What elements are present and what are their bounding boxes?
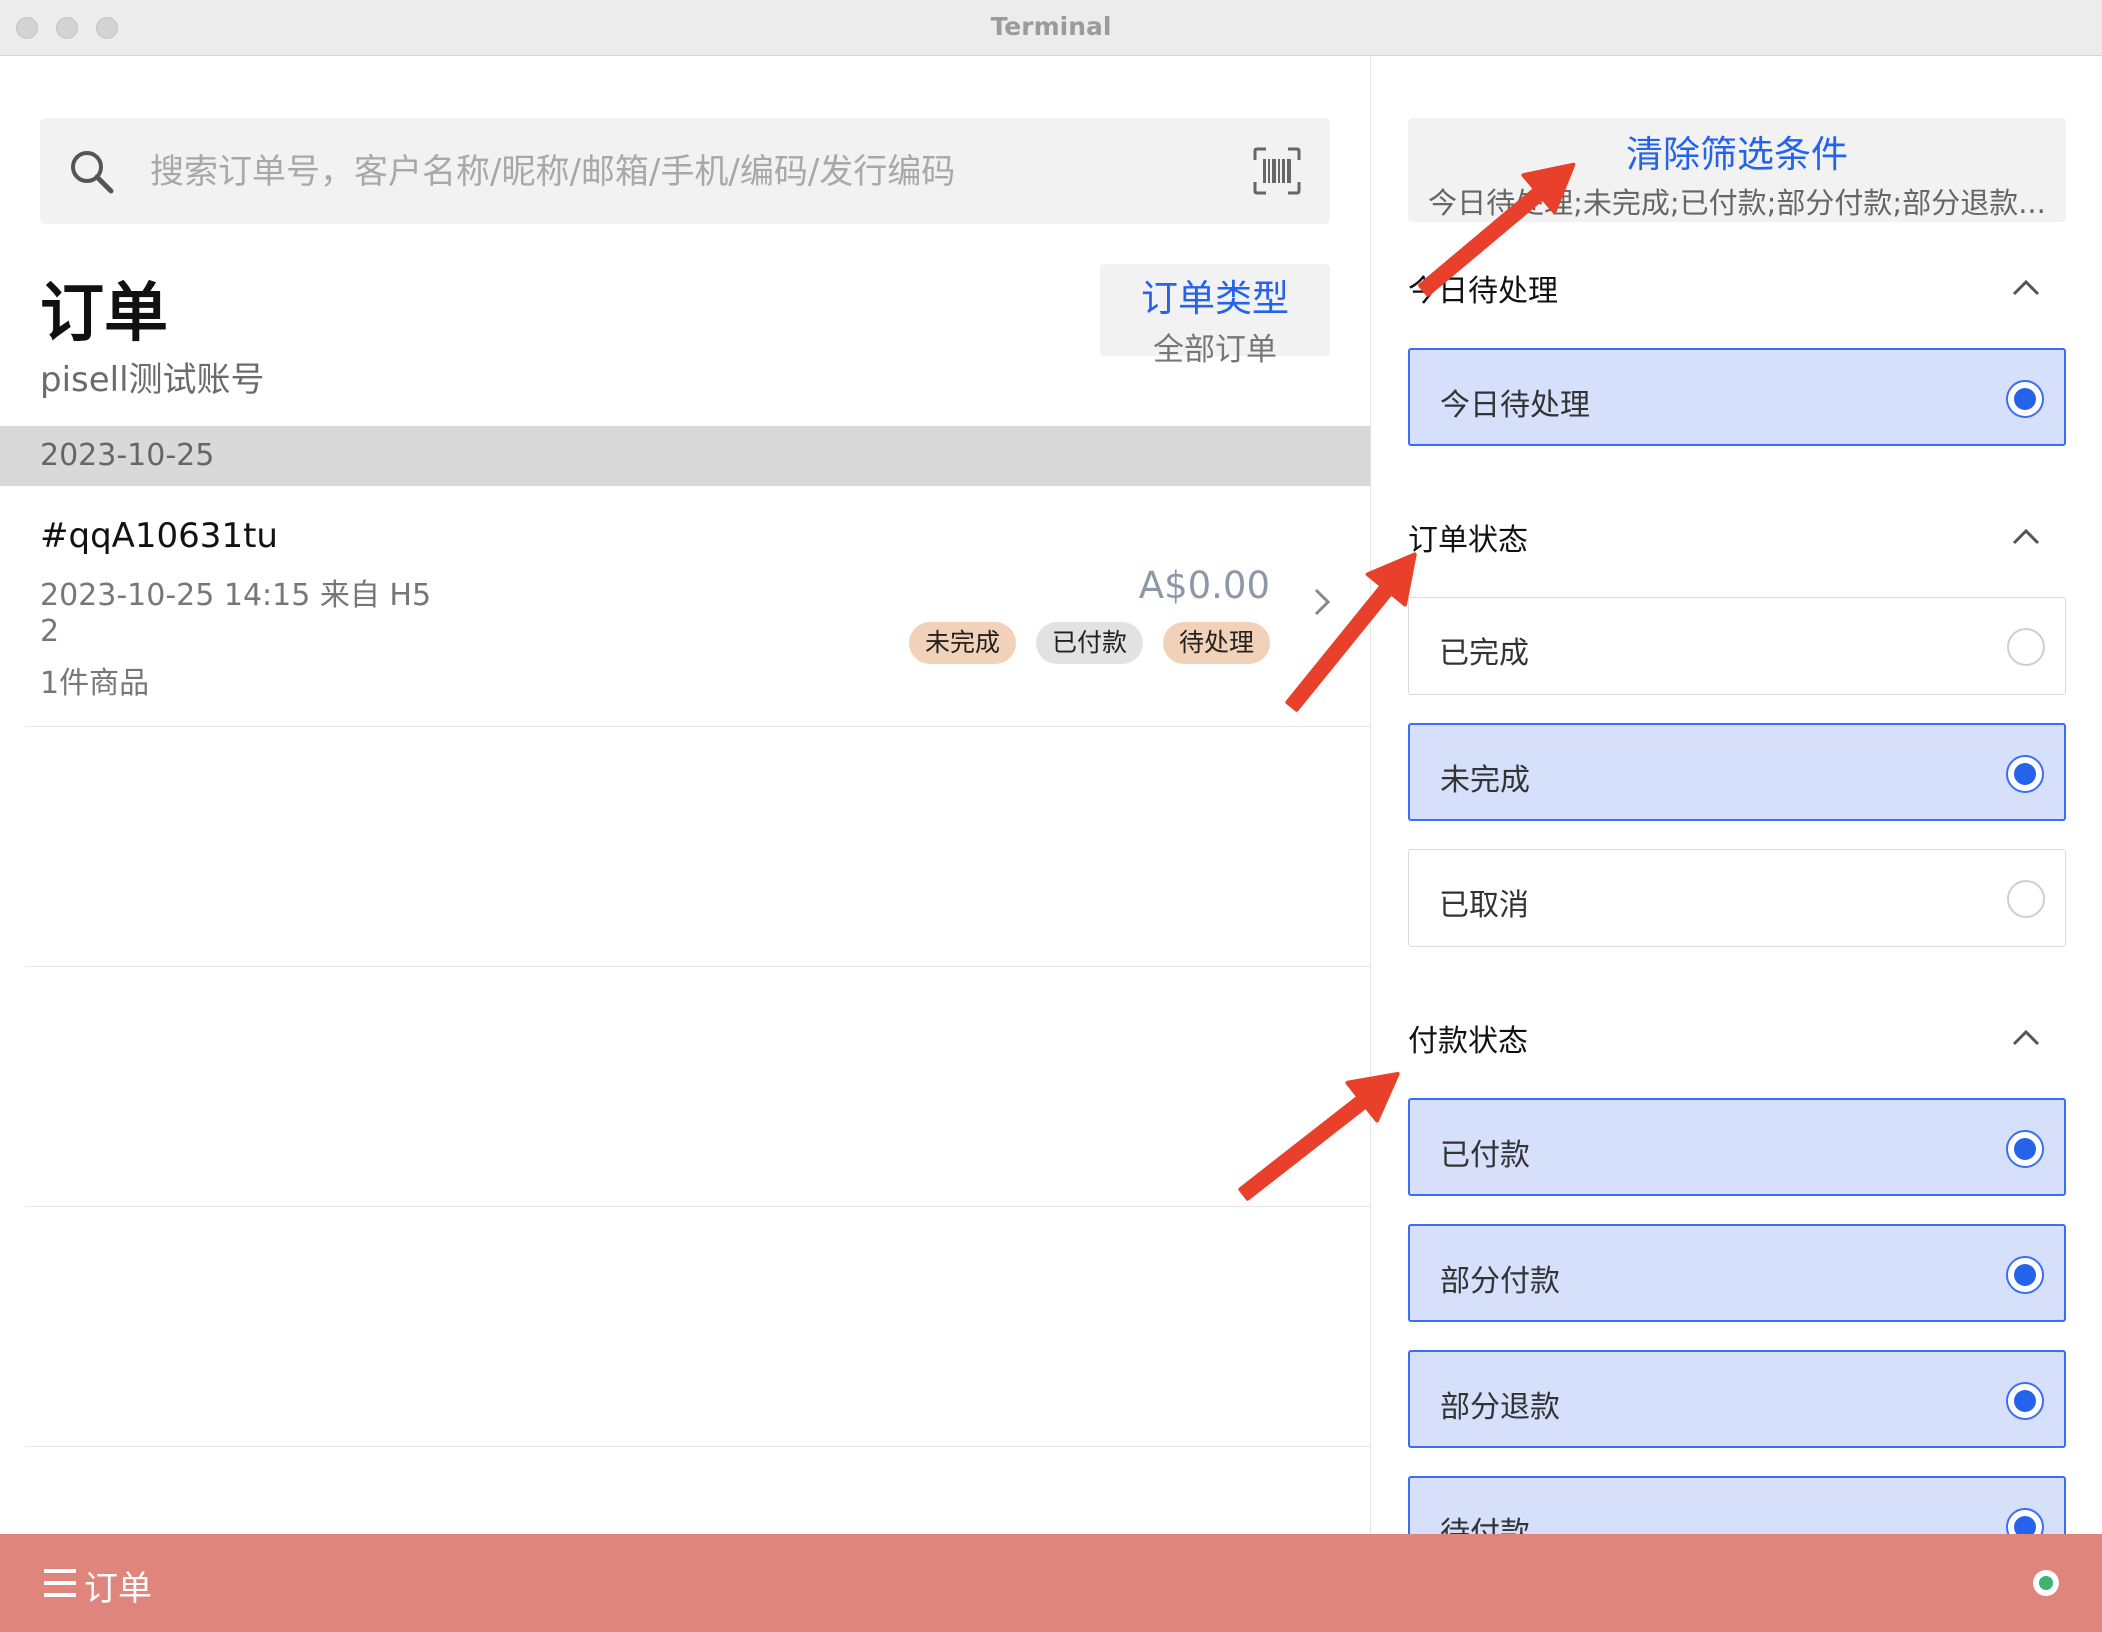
- order-items: 1件商品: [40, 666, 150, 701]
- radio-checked[interactable]: [2006, 1508, 2044, 1534]
- divider: [25, 1206, 1370, 1207]
- bottom-nav-label[interactable]: 订单: [84, 1561, 152, 1610]
- radio-checked[interactable]: [2006, 380, 2044, 418]
- filter-option-completed[interactable]: 已完成: [1408, 597, 2066, 695]
- account-name: pisell测试账号: [40, 360, 265, 400]
- clear-filters-label: 清除筛选条件: [1626, 133, 1848, 176]
- clear-filters-button[interactable]: 清除筛选条件 今日待处理;未完成;已付款;部分付款;部分退款...: [1408, 118, 2066, 222]
- order-amount: A$0.00: [1138, 564, 1270, 607]
- filter-option-cancelled[interactable]: 已取消: [1408, 849, 2066, 947]
- chevron-up-icon[interactable]: [2011, 1028, 2041, 1048]
- option-label: 已付款: [1440, 1138, 1530, 1173]
- filter-panel: 清除筛选条件 今日待处理;未完成;已付款;部分付款;部分退款... 今日待处理 …: [1370, 56, 2102, 1534]
- chevron-up-icon[interactable]: [2011, 278, 2041, 298]
- bottom-nav-bar: 订单: [0, 1534, 2102, 1632]
- chevron-up-icon[interactable]: [2011, 527, 2041, 547]
- connection-status-dot: [2033, 1570, 2059, 1596]
- window-title: Terminal: [990, 12, 1112, 41]
- divider: [25, 1446, 1370, 1447]
- filter-option-partially-paid[interactable]: 部分付款: [1408, 1224, 2066, 1322]
- order-type-label: 订单类型: [1141, 277, 1289, 320]
- order-qty: 2: [40, 614, 60, 649]
- date-group-label: 2023-10-25: [40, 438, 215, 473]
- divider: [25, 966, 1370, 967]
- search-input[interactable]: [148, 138, 1212, 206]
- order-id: #qqA10631tu: [40, 516, 278, 556]
- radio-checked[interactable]: [2006, 755, 2044, 793]
- window-titlebar: Terminal: [0, 0, 2102, 56]
- search-bar: [40, 118, 1330, 224]
- menu-icon[interactable]: [44, 1568, 76, 1598]
- status-badge: 已付款: [1035, 622, 1143, 664]
- order-tags: 未完成 已付款 待处理: [908, 622, 1270, 664]
- option-label: 已取消: [1439, 888, 1529, 923]
- filter-option-partially-refunded[interactable]: 部分退款: [1408, 1350, 2066, 1448]
- filter-option-pending-payment[interactable]: 待付款: [1408, 1476, 2066, 1534]
- order-time: 2023-10-25 14:15 来自 H5: [40, 578, 432, 613]
- radio-checked[interactable]: [2006, 1130, 2044, 1168]
- radio-unchecked[interactable]: [2007, 628, 2045, 666]
- section-title-today-pending: 今日待处理: [1408, 274, 1558, 309]
- option-label: 今日待处理: [1440, 388, 1590, 423]
- option-label: 未完成: [1440, 763, 1530, 798]
- barcode-scan-icon[interactable]: [1252, 146, 1302, 196]
- date-group-header: 2023-10-25: [0, 426, 1370, 486]
- status-badge: 未完成: [908, 622, 1016, 664]
- search-icon: [71, 151, 114, 194]
- filter-option-paid[interactable]: 已付款: [1408, 1098, 2066, 1196]
- filter-summary: 今日待处理;未完成;已付款;部分付款;部分退款...: [1428, 186, 2046, 220]
- filter-option-incomplete[interactable]: 未完成: [1408, 723, 2066, 821]
- order-row[interactable]: #qqA10631tu 2023-10-25 14:15 来自 H5 2 1件商…: [25, 488, 1370, 727]
- section-title-payment-status: 付款状态: [1408, 1024, 1528, 1059]
- filter-option-today-pending[interactable]: 今日待处理: [1408, 348, 2066, 446]
- option-label: 部分退款: [1440, 1390, 1560, 1425]
- section-title-order-status: 订单状态: [1408, 523, 1528, 558]
- radio-checked[interactable]: [2006, 1382, 2044, 1420]
- option-label: 部分付款: [1440, 1264, 1560, 1299]
- order-type-value: 全部订单: [1153, 332, 1277, 368]
- radio-checked[interactable]: [2006, 1256, 2044, 1294]
- option-label: 待付款: [1440, 1516, 1530, 1534]
- radio-unchecked[interactable]: [2007, 880, 2045, 918]
- option-label: 已完成: [1439, 636, 1529, 671]
- status-badge: 待处理: [1162, 622, 1270, 664]
- chevron-right-icon: [1314, 588, 1331, 616]
- order-type-button[interactable]: 订单类型 全部订单: [1100, 264, 1330, 368]
- page-title: 订单: [40, 277, 168, 351]
